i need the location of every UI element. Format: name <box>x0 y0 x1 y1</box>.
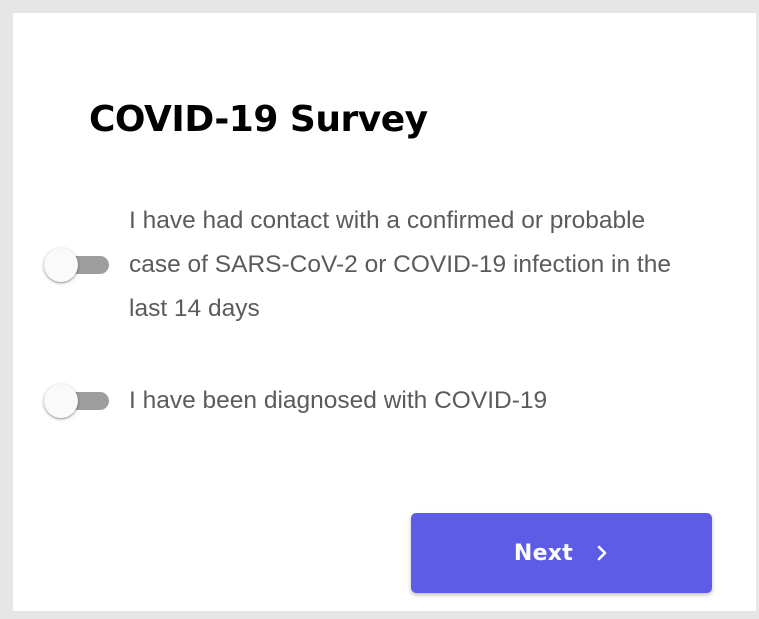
next-button[interactable]: Next <box>411 513 712 593</box>
survey-title: COVID-19 Survey <box>89 99 428 140</box>
next-button-label: Next <box>513 540 574 566</box>
diagnosed-toggle[interactable] <box>41 379 111 423</box>
survey-card: COVID-19 Survey I have had contact with … <box>13 13 756 611</box>
diagnosed-toggle-thumb <box>44 384 78 418</box>
chevron-right-icon <box>597 545 607 561</box>
contact-option-label: I have had contact with a confirmed or p… <box>129 207 671 322</box>
contact-toggle-thumb <box>44 248 78 282</box>
option-diagnosed: I have been diagnosed with COVID-19 <box>41 379 689 423</box>
option-contact: I have had contact with a confirmed or p… <box>41 199 689 331</box>
contact-toggle[interactable] <box>41 243 111 287</box>
diagnosed-option-label: I have been diagnosed with COVID-19 <box>129 387 548 414</box>
